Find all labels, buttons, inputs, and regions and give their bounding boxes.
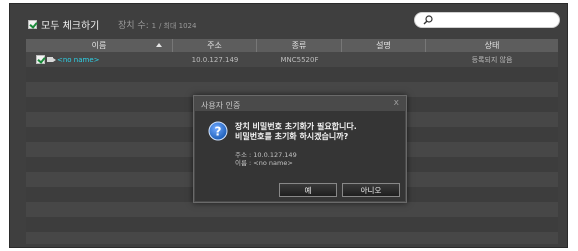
- close-icon[interactable]: x: [394, 98, 399, 108]
- device-count-value: 1: [151, 22, 157, 30]
- check-icon: [28, 20, 37, 29]
- address-cell: 10.0.127.149: [191, 55, 239, 64]
- device-manager-window: 모두 체크하기 장치 수: 1 / 최대 1024 이름 주소 종류 설명 상태…: [9, 3, 568, 248]
- column-label: 주소: [207, 41, 222, 50]
- search-icon: [423, 15, 433, 25]
- column-label: 설명: [376, 41, 391, 50]
- row-checkbox[interactable]: [36, 55, 45, 64]
- device-info: 주소 : 10.0.127.149 이름 : <no name>: [235, 151, 297, 167]
- select-all-checkbox[interactable]: 모두 체크하기: [28, 17, 99, 32]
- status-cell: 등록되지 않음: [471, 55, 513, 64]
- yes-button[interactable]: 예: [279, 183, 337, 197]
- description-cell: [342, 52, 426, 67]
- toolbar: 모두 체크하기 장치 수: 1 / 최대 1024: [10, 4, 567, 38]
- column-label: 이름: [91, 41, 107, 50]
- column-header-name[interactable]: 이름: [26, 39, 173, 52]
- name-info: 이름 : <no name>: [235, 159, 293, 167]
- search-input[interactable]: [414, 12, 560, 28]
- dialog-message: 장치 비밀번호 초기화가 필요합니다. 비밀번호를 초기화 하시겠습니까?: [235, 122, 357, 142]
- column-header-description[interactable]: 설명: [342, 39, 426, 52]
- select-all-label: 모두 체크하기: [41, 21, 100, 32]
- device-max-label: / 최대 1024: [158, 22, 197, 30]
- type-cell: MNC5520F: [280, 55, 319, 64]
- table-header: 이름 주소 종류 설명 상태: [26, 39, 558, 52]
- camera-icon: [47, 57, 56, 62]
- column-header-status[interactable]: 상태: [426, 39, 558, 52]
- dialog-title: 사용자 인증: [201, 101, 241, 110]
- auth-dialog: 사용자 인증 x ? 장치 비밀번호 초기화가 필요합니다. 비밀번호를 초기화…: [193, 95, 407, 203]
- no-button[interactable]: 아니오: [342, 183, 400, 197]
- column-label: 상태: [484, 41, 500, 50]
- name-cell: <no name>: [26, 52, 173, 67]
- device-name: <no name>: [57, 55, 100, 64]
- sort-up-icon: [156, 43, 162, 47]
- svg-text:?: ?: [215, 125, 222, 139]
- address-info: 주소 : 10.0.127.149: [235, 151, 297, 159]
- column-header-type[interactable]: 종류: [257, 39, 342, 52]
- dialog-body: ? 장치 비밀번호 초기화가 필요합니다. 비밀번호를 초기화 하시겠습니까? …: [195, 111, 405, 201]
- device-count: 장치 수: 1 / 최대 1024: [118, 18, 196, 31]
- device-count-label: 장치 수:: [118, 21, 149, 31]
- message-line-2: 비밀번호를 초기화 하시겠습니까?: [235, 132, 349, 141]
- question-icon: ?: [208, 121, 228, 141]
- table-row[interactable]: <no name> 10.0.127.149 MNC5520F 등록되지 않음: [26, 52, 558, 67]
- column-header-address[interactable]: 주소: [173, 39, 257, 52]
- column-label: 종류: [291, 41, 307, 50]
- message-line-1: 장치 비밀번호 초기화가 필요합니다.: [235, 122, 357, 131]
